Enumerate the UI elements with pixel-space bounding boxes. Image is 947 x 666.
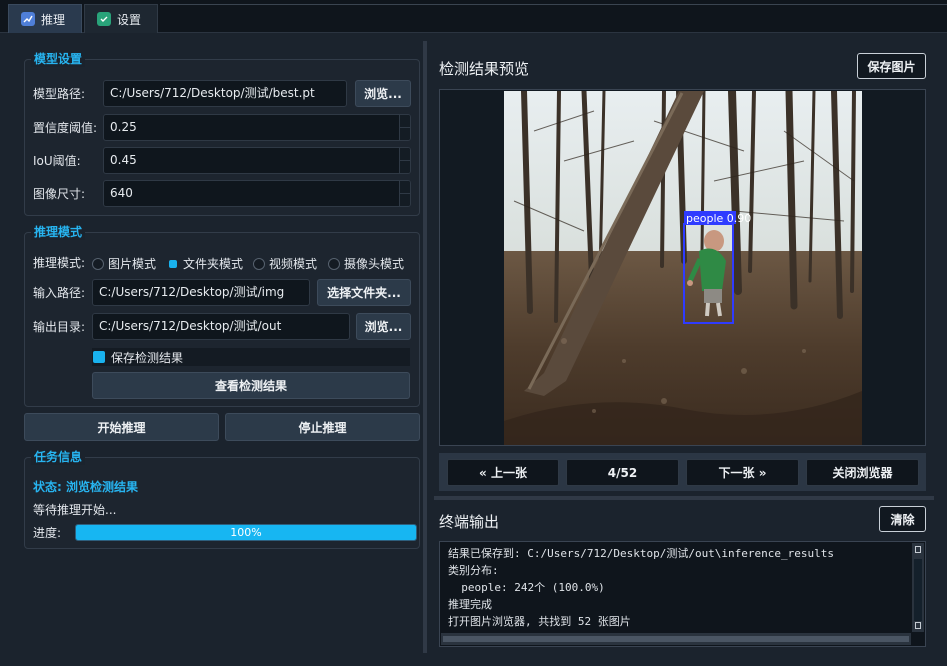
radio-camera-mode[interactable]: 摄像头模式 — [328, 255, 404, 272]
model-settings-title: 模型设置 — [31, 51, 86, 67]
horizontal-splitter[interactable] — [434, 496, 934, 500]
radio-video-mode[interactable]: 视频模式 — [253, 255, 317, 272]
checkbox-checked-icon — [93, 351, 105, 363]
progress-bar: 100% — [75, 524, 417, 541]
inference-mode-group: 推理模式 推理模式: 图片模式 文件夹模式 视频模式 摄像头模式 输入路径: C… — [24, 224, 422, 407]
preview-area: people 0.90 — [439, 89, 926, 446]
vertical-splitter[interactable] — [423, 41, 427, 653]
radio-camera-indicator — [328, 257, 340, 270]
output-browse-button[interactable]: 浏览... — [356, 313, 411, 340]
task-info-title: 任务信息 — [31, 449, 86, 465]
start-inference-button[interactable]: 开始推理 — [24, 413, 219, 441]
confidence-value: 0.25 — [110, 120, 137, 134]
mode-label: 推理模式: — [33, 256, 86, 270]
terminal-line: 类别分布: — [448, 564, 499, 577]
scroll-down-icon[interactable] — [915, 622, 921, 629]
model-settings-group: 模型设置 模型路径: C:/Users/712/Desktop/测试/best.… — [24, 51, 420, 216]
preview-title: 检测结果预览 — [439, 60, 530, 78]
preview-image: people 0.90 — [504, 91, 862, 445]
save-image-button[interactable]: 保存图片 — [857, 53, 926, 79]
radio-video-label: 视频模式 — [269, 257, 318, 271]
prev-image-button[interactable]: « 上一张 — [447, 459, 559, 486]
select-folder-button[interactable]: 选择文件夹... — [317, 279, 411, 306]
radio-folder-mode[interactable]: 文件夹模式 — [167, 255, 243, 272]
radio-image-mode[interactable]: 图片模式 — [92, 255, 156, 272]
tab-bar-divider — [160, 4, 947, 5]
terminal-line: people: 242个 (100.0%) — [448, 581, 605, 594]
close-browser-button[interactable]: 关闭浏览器 — [806, 459, 919, 486]
vertical-scrollbar[interactable] — [912, 543, 924, 632]
left-panel: 模型设置 模型路径: C:/Users/712/Desktop/测试/best.… — [16, 41, 428, 653]
right-panel: 检测结果预览 保存图片 people 0.90 « 上一张 4/52 下一张 »… — [434, 41, 934, 653]
save-results-checkbox[interactable]: 保存检测结果 — [92, 348, 410, 366]
output-dir-input[interactable]: C:/Users/712/Desktop/测试/out — [92, 313, 350, 340]
progress-text: 100% — [230, 526, 262, 539]
input-path-label: 输入路径: — [33, 286, 86, 300]
terminal-line: 结果已保存到: C:/Users/712/Desktop/测试/out\infe… — [448, 547, 835, 560]
model-path-label: 模型路径: — [33, 87, 86, 101]
terminal-line: 推理完成 — [448, 598, 492, 611]
confidence-stepper[interactable] — [399, 115, 410, 140]
mode-radio-group: 图片模式 文件夹模式 视频模式 摄像头模式 — [92, 255, 422, 271]
radio-camera-label: 摄像头模式 — [344, 257, 405, 271]
browser-nav-bar: « 上一张 4/52 下一张 » 关闭浏览器 — [439, 453, 926, 491]
radio-folder-label: 文件夹模式 — [183, 257, 244, 271]
image-size-stepper[interactable] — [399, 181, 410, 206]
inference-mode-title: 推理模式 — [31, 224, 86, 240]
iou-spinbox[interactable]: 0.45 — [103, 147, 411, 174]
image-size-label: 图像尺寸: — [33, 187, 86, 201]
image-counter: 4/52 — [566, 459, 679, 486]
view-results-button[interactable]: 查看检测结果 — [92, 372, 410, 399]
terminal-line: 打开图片浏览器, 共找到 52 张图片 — [448, 615, 631, 628]
status-text: 状态: 浏览检测结果 — [33, 480, 138, 494]
terminal-output[interactable]: 结果已保存到: C:/Users/712/Desktop/测试/out\infe… — [439, 541, 926, 647]
vertical-scroll-thumb[interactable] — [914, 559, 922, 621]
task-info-group: 任务信息 状态: 浏览检测结果 等待推理开始... 进度: 100% — [24, 449, 420, 549]
iou-stepper[interactable] — [399, 148, 410, 173]
radio-image-indicator — [92, 257, 104, 270]
radio-image-label: 图片模式 — [108, 257, 157, 271]
detection-label: people 0.90 — [686, 212, 751, 225]
output-dir-label: 输出目录: — [33, 320, 86, 334]
stop-inference-button[interactable]: 停止推理 — [225, 413, 420, 441]
model-browse-button[interactable]: 浏览... — [355, 80, 411, 107]
next-image-button[interactable]: 下一张 » — [686, 459, 799, 486]
radio-video-indicator — [253, 257, 265, 270]
tab-bar: 推理 设置 — [0, 0, 947, 33]
radio-folder-indicator — [169, 259, 177, 268]
confidence-spinbox[interactable]: 0.25 — [103, 114, 411, 141]
terminal-title: 终端输出 — [439, 513, 500, 531]
image-size-spinbox[interactable]: 640 — [103, 180, 411, 207]
iou-label: IoU阈值: — [33, 154, 81, 168]
check-icon — [97, 12, 111, 26]
tab-inference[interactable]: 推理 — [8, 4, 82, 33]
tab-settings[interactable]: 设置 — [84, 4, 158, 33]
image-size-value: 640 — [110, 186, 133, 200]
confidence-label: 置信度阈值: — [33, 121, 98, 135]
iou-value: 0.45 — [110, 153, 137, 167]
horizontal-scroll-thumb[interactable] — [443, 636, 909, 642]
wait-text: 等待推理开始... — [33, 503, 117, 517]
save-results-label: 保存检测结果 — [111, 350, 184, 365]
scroll-up-icon[interactable] — [915, 546, 921, 553]
tab-settings-label: 设置 — [117, 12, 142, 27]
tab-inference-label: 推理 — [41, 12, 66, 27]
clear-button[interactable]: 清除 — [879, 506, 926, 532]
horizontal-scrollbar[interactable] — [441, 633, 911, 645]
chart-icon — [21, 12, 35, 26]
model-path-input[interactable]: C:/Users/712/Desktop/测试/best.pt — [103, 80, 347, 107]
input-path-input[interactable]: C:/Users/712/Desktop/测试/img — [92, 279, 310, 306]
progress-label: 进度: — [33, 526, 62, 540]
